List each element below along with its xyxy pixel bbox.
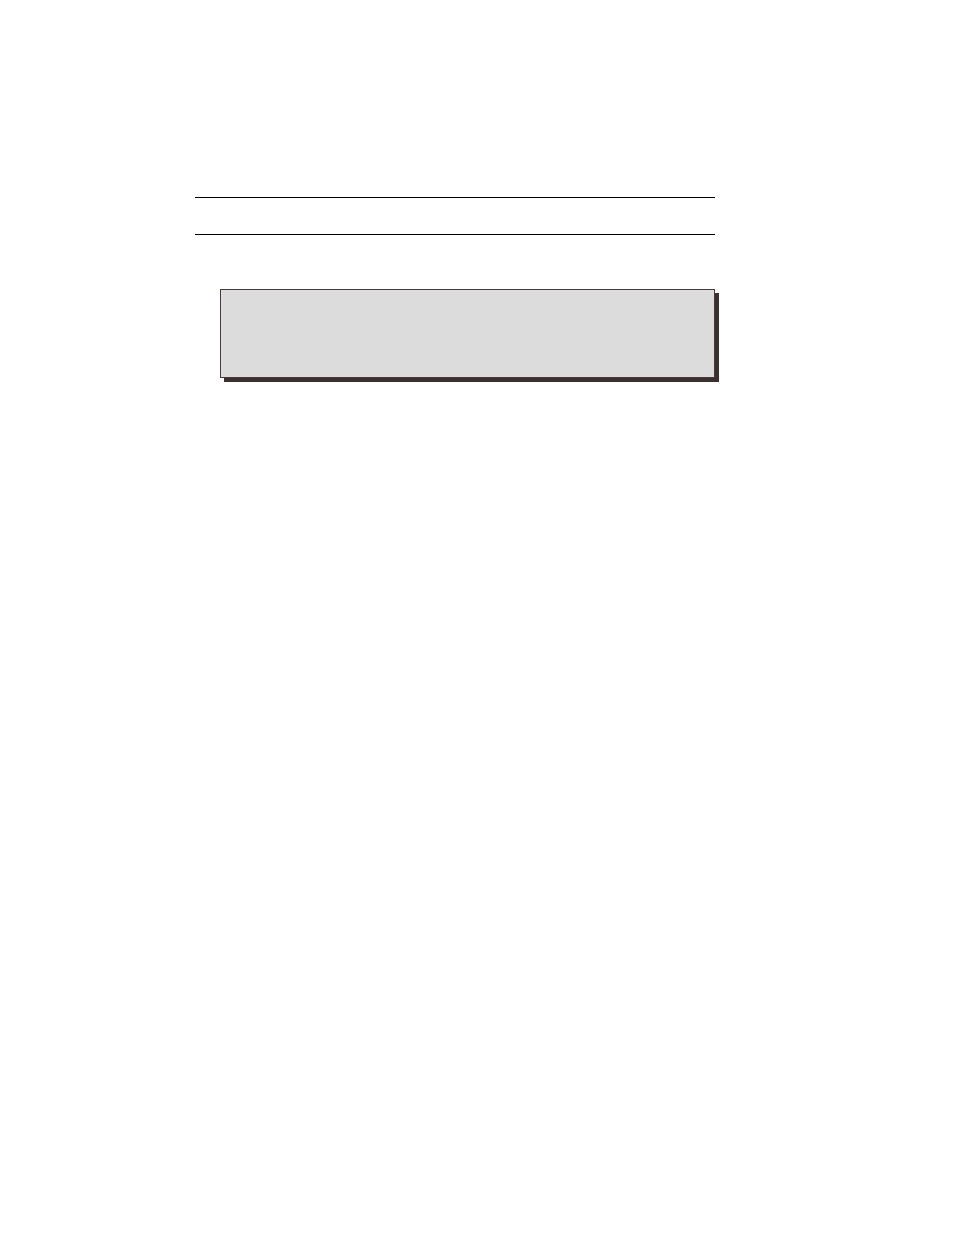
horizontal-rule-bottom bbox=[195, 234, 715, 235]
callout-box-container bbox=[220, 289, 720, 382]
rule-gap bbox=[195, 198, 715, 234]
callout-box bbox=[220, 289, 715, 378]
document-content bbox=[195, 0, 715, 382]
